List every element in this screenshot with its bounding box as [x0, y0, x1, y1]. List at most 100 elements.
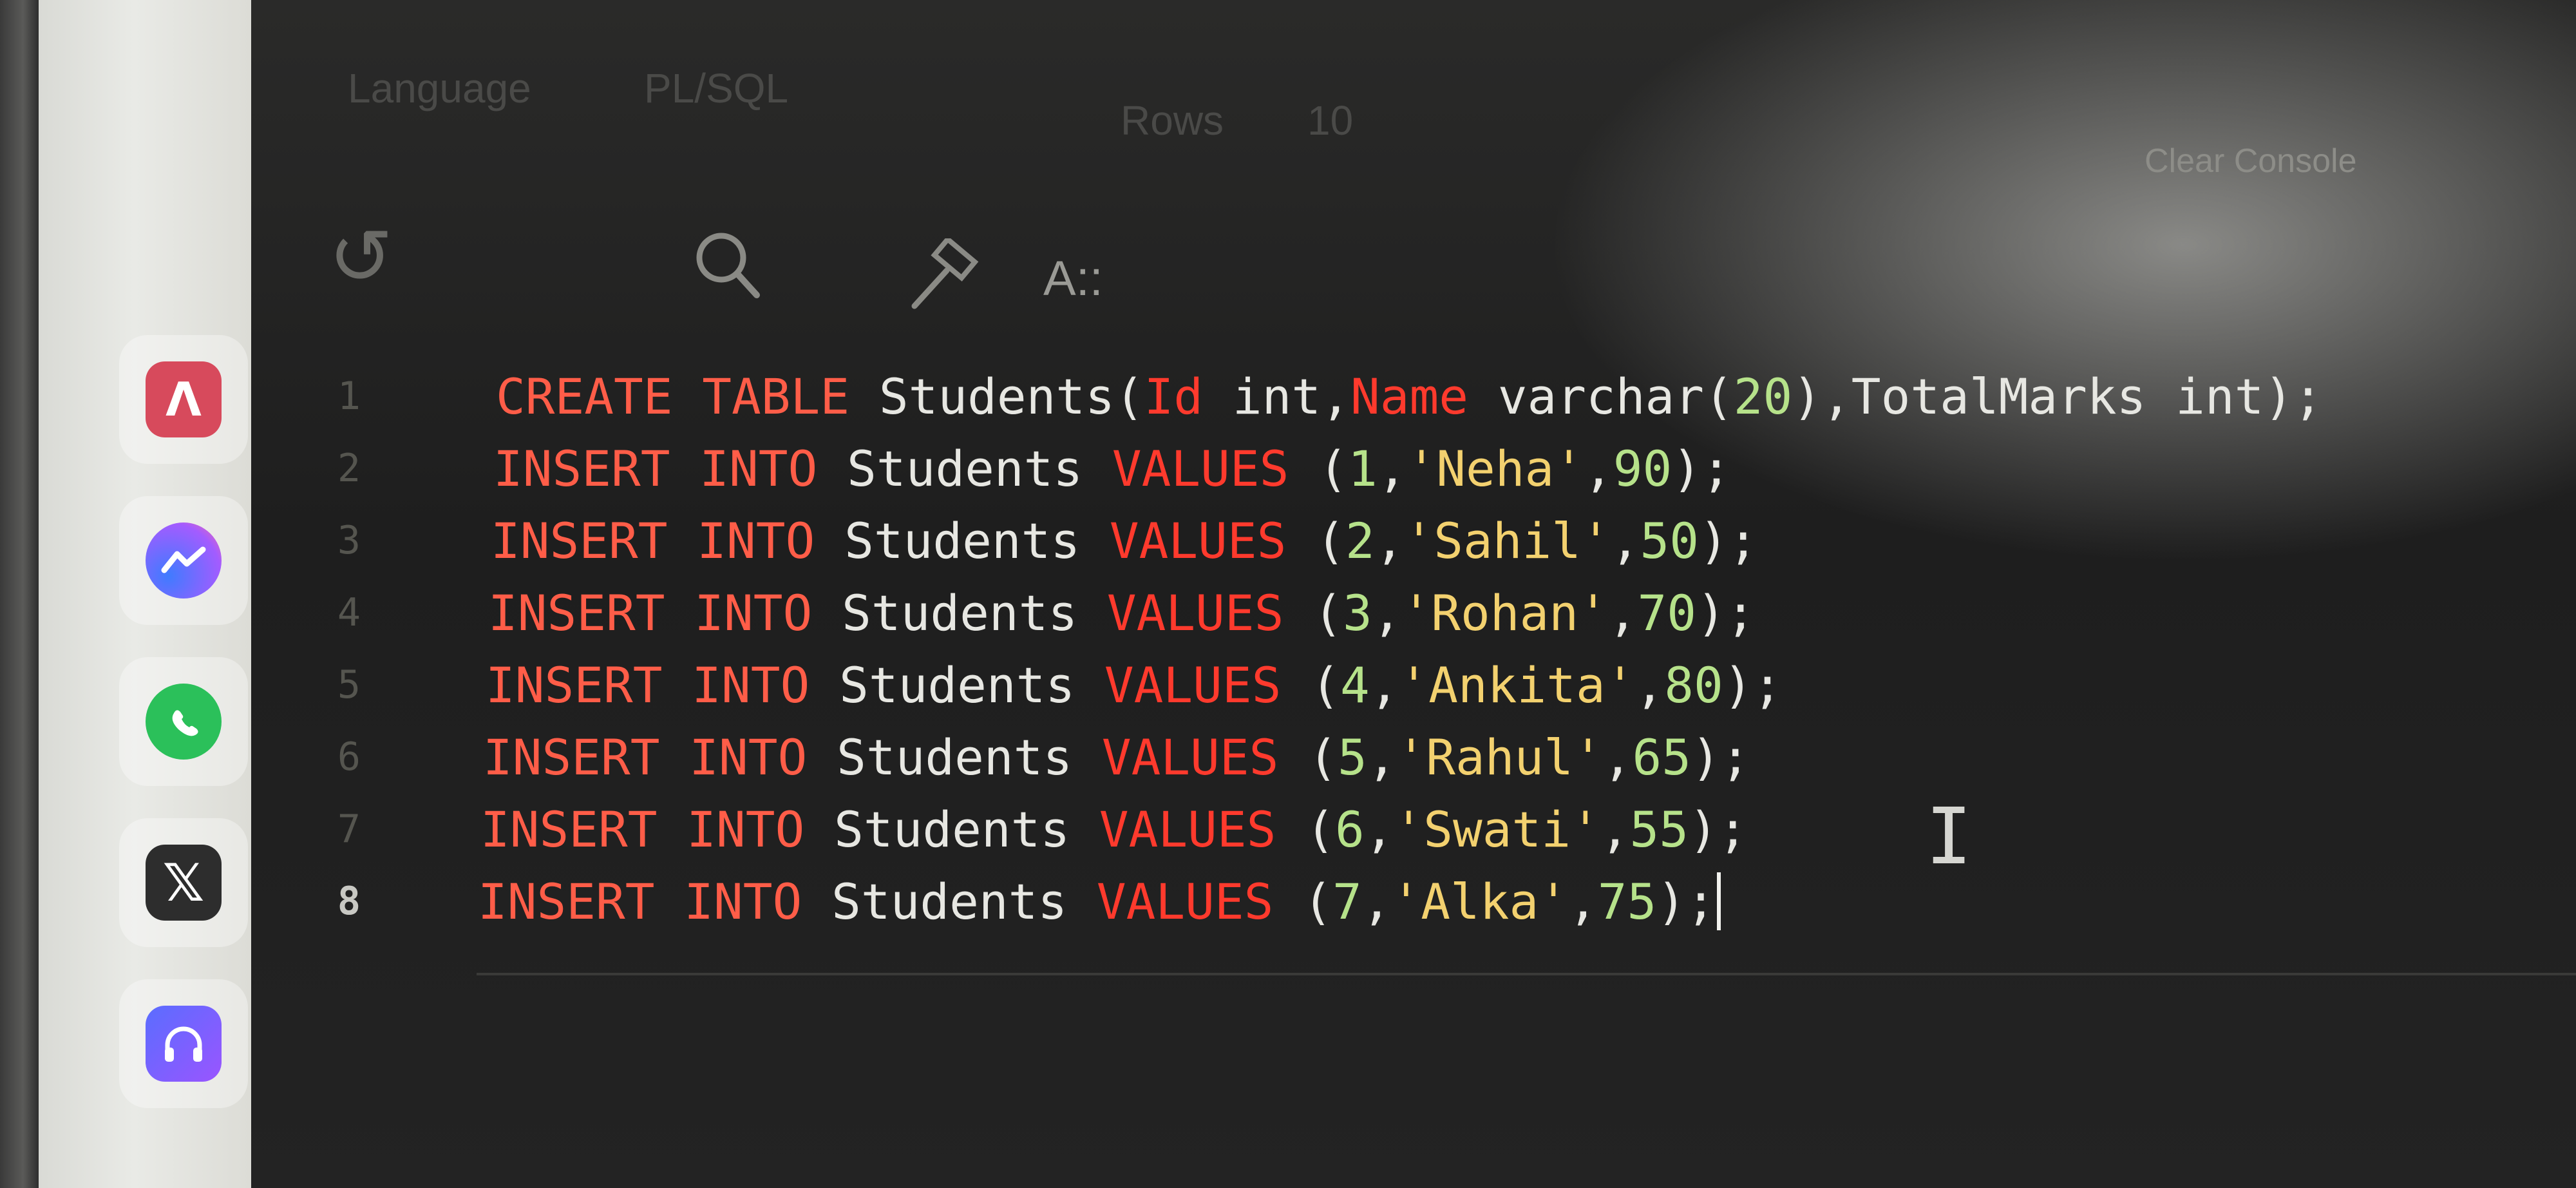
code-token: VALUES — [1099, 800, 1276, 858]
code-token: 50 — [1640, 512, 1700, 570]
language-label: Language — [348, 65, 531, 111]
code-token: Students — [847, 439, 1112, 497]
code-token: INSERT INTO — [493, 439, 848, 497]
code-token: ( — [1278, 728, 1338, 786]
code-token: 'Rahul' — [1396, 728, 1603, 786]
code-token: , — [1568, 872, 1598, 930]
line-number: 2 — [337, 446, 361, 491]
code-token: ); — [1672, 439, 1731, 497]
messenger-icon — [146, 522, 222, 599]
code-token: 70 — [1637, 584, 1697, 642]
code-token: 3 — [1342, 584, 1372, 642]
code-line[interactable]: INSERT INTO Students VALUES (7, 'Alka', 75… — [478, 866, 1721, 937]
code-token: , — [1600, 800, 1630, 858]
code-line[interactable]: CREATE TABLE Students(Id int, Name varcha… — [496, 361, 2323, 432]
app-dock: Λ 𝕏 — [39, 0, 251, 1188]
code-token: VALUES — [1096, 872, 1274, 930]
code-token: int, — [1203, 367, 1350, 425]
code-token: 2 — [1345, 512, 1375, 570]
code-token: ),TotalMarks int); — [1792, 367, 2323, 425]
rows-value[interactable]: 10 — [1307, 97, 1353, 144]
rows-label: Rows — [1121, 97, 1224, 144]
hammer-icon[interactable] — [902, 235, 979, 329]
code-token: ); — [1696, 584, 1756, 642]
code-token: ( — [1281, 656, 1340, 714]
code-token: Id — [1144, 367, 1204, 425]
line-number: 3 — [337, 518, 361, 563]
code-token: 90 — [1613, 439, 1672, 497]
code-token: 75 — [1597, 872, 1657, 930]
language-select[interactable]: PL/SQL — [644, 64, 788, 112]
line-number: 6 — [337, 734, 361, 780]
code-token: , — [1372, 584, 1402, 642]
caret — [1716, 872, 1721, 930]
dock-app-a[interactable]: Λ — [119, 335, 248, 464]
code-token: , — [1364, 800, 1394, 858]
code-token: Name — [1350, 367, 1468, 425]
code-token: Students — [844, 512, 1110, 570]
code-token: Students — [834, 800, 1099, 858]
code-token: VALUES — [1106, 584, 1284, 642]
code-token: 65 — [1632, 728, 1692, 786]
code-token: ); — [1689, 800, 1748, 858]
code-token: , — [1367, 728, 1397, 786]
code-line[interactable]: INSERT INTO Students VALUES (4, 'Ankita',… — [486, 649, 1782, 720]
code-token: , — [1374, 512, 1405, 570]
code-token: INSERT INTO — [486, 656, 840, 714]
code-token: Students — [831, 872, 1097, 930]
code-line[interactable]: INSERT INTO Students VALUES (3, 'Rohan', 7… — [488, 577, 1756, 648]
code-line[interactable]: INSERT INTO Students VALUES (6, 'Swati', 5… — [480, 794, 1748, 865]
code-token: Students — [842, 584, 1107, 642]
clear-console-button[interactable]: Clear Console — [2145, 142, 2357, 180]
whatsapp-icon — [146, 684, 222, 760]
dock-app-headphones[interactable] — [119, 979, 248, 1108]
code-token: ); — [1723, 656, 1783, 714]
code-token: VALUES — [1104, 656, 1282, 714]
headphones-icon — [146, 1006, 222, 1082]
format-icon[interactable]: A:: — [1043, 254, 1103, 303]
code-token: 7 — [1332, 872, 1362, 930]
code-line[interactable]: INSERT INTO Students VALUES (5, 'Rahul', 6… — [483, 722, 1750, 792]
code-token: ( — [1276, 800, 1335, 858]
code-token: , — [1361, 872, 1392, 930]
code-token: 'Sahil' — [1404, 512, 1611, 570]
editor-toolbar: Language PL/SQL Rows 10 Clear Console — [251, 64, 2576, 180]
code-token: INSERT INTO — [488, 584, 842, 642]
code-line[interactable]: INSERT INTO Students VALUES (1, 'Neha', 90… — [493, 433, 1731, 504]
code-token: 80 — [1664, 656, 1723, 714]
search-icon[interactable] — [689, 225, 766, 316]
code-token: INSERT INTO — [478, 872, 832, 930]
code-token: 'Neha' — [1406, 439, 1584, 497]
code-token: VALUES — [1109, 512, 1287, 570]
code-token: INSERT INTO — [483, 728, 837, 786]
app-icon-a: Λ — [146, 361, 222, 437]
line-number: 8 — [337, 879, 361, 924]
dock-app-x[interactable]: 𝕏 — [119, 818, 248, 947]
code-token: , — [1634, 656, 1665, 714]
code-editor-window: Language PL/SQL Rows 10 Clear Console ↺ … — [251, 0, 2576, 1188]
code-token: 'Rohan' — [1401, 584, 1608, 642]
line-number: 4 — [337, 590, 361, 635]
code-token: , — [1607, 584, 1638, 642]
code-token: , — [1377, 439, 1407, 497]
code-token: 'Alka' — [1391, 872, 1569, 930]
code-token: varchar( — [1468, 367, 1734, 425]
code-token: 'Swati' — [1394, 800, 1600, 858]
dock-app-messenger[interactable] — [119, 496, 248, 625]
code-token: VALUES — [1112, 439, 1289, 497]
x-icon: 𝕏 — [146, 845, 222, 921]
code-token: , — [1369, 656, 1399, 714]
code-token: Students( — [878, 367, 1144, 425]
line-number: 5 — [337, 662, 361, 707]
code-token: , — [1602, 728, 1633, 786]
code-token: VALUES — [1101, 728, 1279, 786]
undo-icon[interactable]: ↺ — [328, 219, 393, 296]
dock-app-whatsapp[interactable] — [119, 657, 248, 786]
code-token: 5 — [1337, 728, 1367, 786]
device-bezel — [0, 0, 39, 1188]
code-token: ( — [1286, 512, 1345, 570]
code-line[interactable]: INSERT INTO Students VALUES (2, 'Sahil', 5… — [491, 505, 1758, 576]
code-token: ( — [1273, 872, 1332, 930]
code-token: CREATE TABLE — [496, 367, 879, 425]
code-token: Students — [839, 656, 1104, 714]
